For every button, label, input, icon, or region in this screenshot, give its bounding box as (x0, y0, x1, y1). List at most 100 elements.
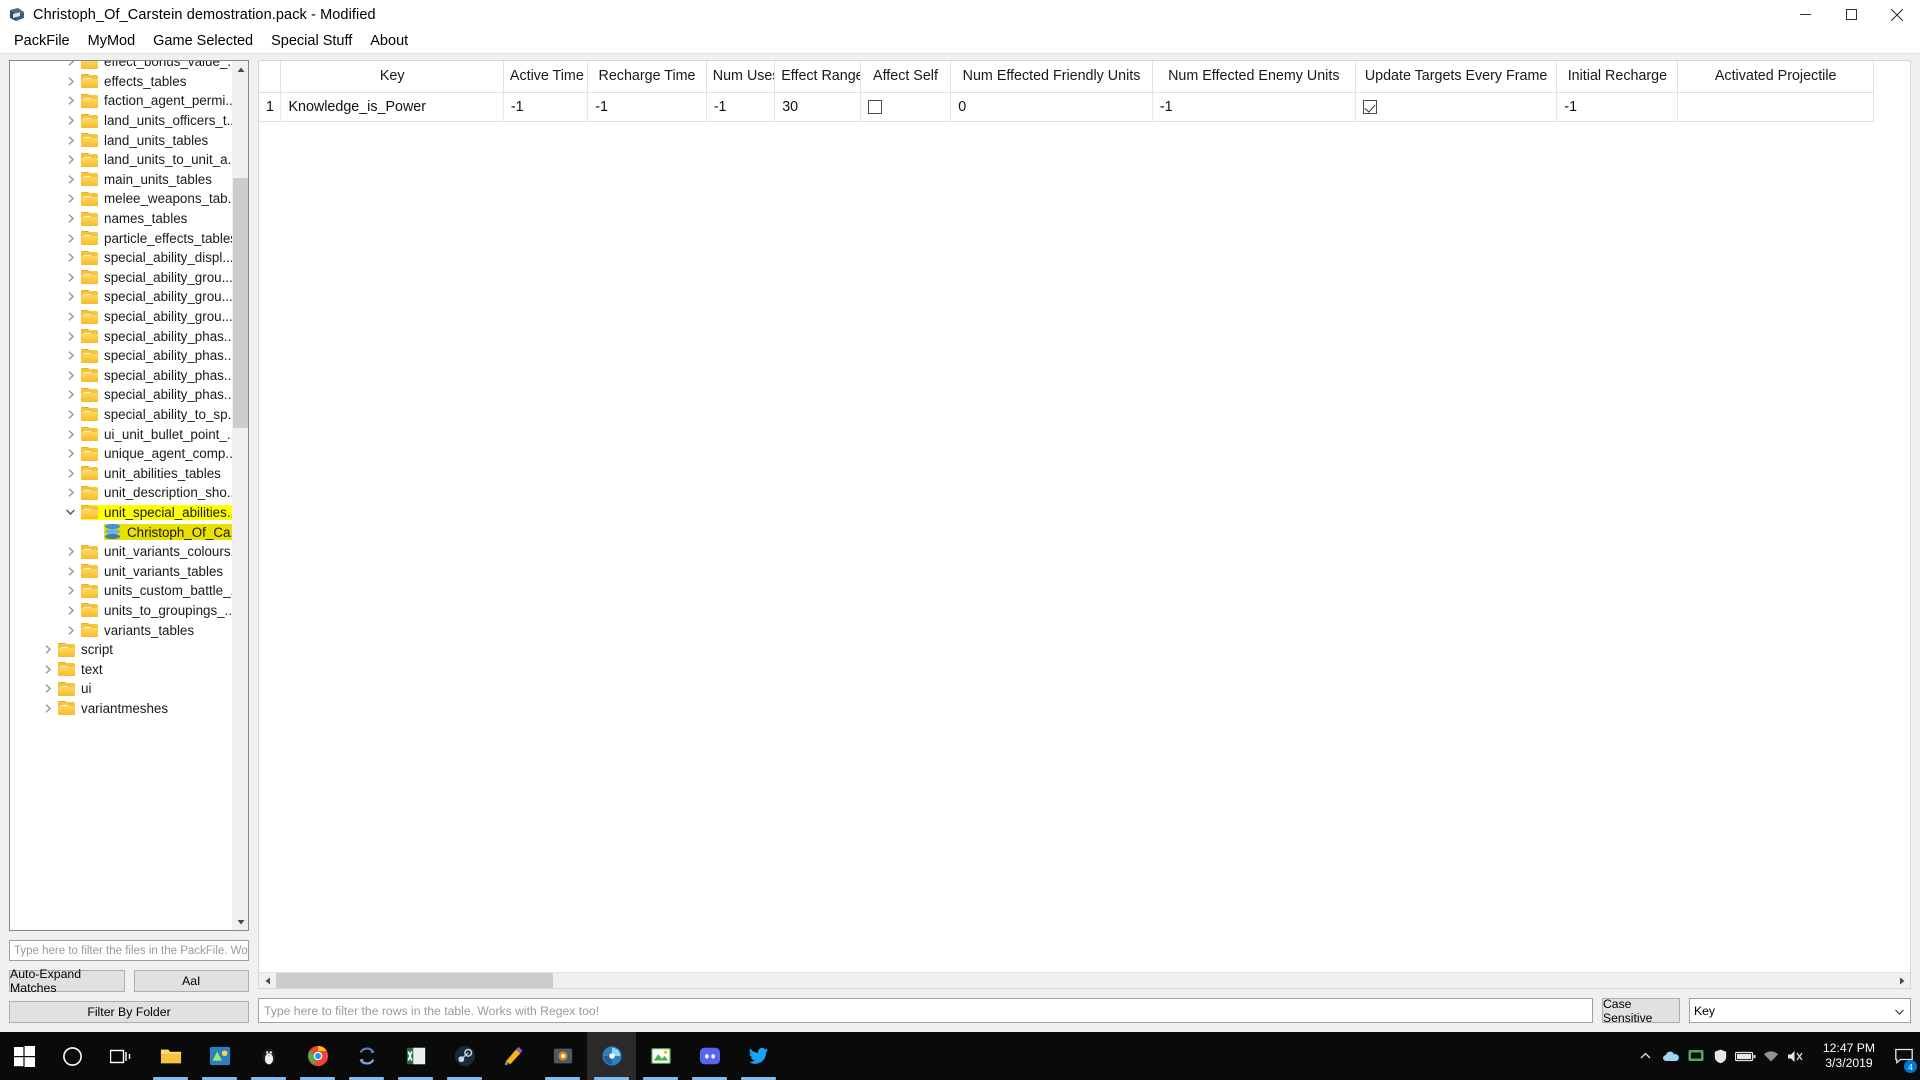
column-header-activated-projectile[interactable]: Activated Projectile (1677, 61, 1874, 93)
taskbar-rpfm-app-icon[interactable] (195, 1032, 244, 1080)
column-header-affect-self[interactable]: Affect Self (860, 61, 952, 93)
taskbar-rpfm-packfile-manager-icon[interactable] (587, 1032, 636, 1080)
taskbar-file-explorer-icon[interactable] (146, 1032, 195, 1080)
chevron-right-icon[interactable] (37, 684, 58, 694)
cell-recharge-time[interactable]: -1 (587, 92, 707, 122)
chevron-right-icon[interactable] (60, 468, 81, 478)
column-header-active-time[interactable]: Active Time (503, 61, 589, 93)
menu-packfile[interactable]: PackFile (5, 30, 79, 53)
chevron-right-icon[interactable] (60, 312, 81, 321)
case-sensitive-button[interactable]: Case Sensitive (1602, 997, 1680, 1025)
chevron-right-icon[interactable] (60, 194, 81, 204)
tree-item-special-ability-grou[interactable]: special_ability_grou... (10, 307, 232, 327)
chevron-right-icon[interactable] (60, 488, 81, 498)
column-header-key[interactable]: Key (280, 61, 504, 93)
hscroll-track[interactable] (276, 973, 1893, 988)
chevron-right-icon[interactable] (60, 449, 81, 459)
chevron-right-icon[interactable] (60, 214, 81, 223)
tree-item-unit-description-sho[interactable]: unit_description_sho... (10, 483, 232, 503)
tree-item-land-units-to-unit-a[interactable]: land_units_to_unit_a... (10, 150, 232, 170)
tree-item-special-ability-grou[interactable]: special_ability_grou... (10, 287, 232, 307)
cell-effect-range[interactable]: 30 (774, 92, 861, 122)
tree-item-script[interactable]: script (10, 640, 232, 660)
case-sensitive-toggle-button[interactable]: AaI (133, 970, 249, 992)
tree-item-special-ability-displ[interactable]: special_ability_displ... (10, 248, 232, 268)
scroll-down-arrow-icon[interactable] (233, 913, 248, 930)
battery-icon[interactable] (1733, 1032, 1758, 1080)
nvidia-icon[interactable] (1683, 1032, 1708, 1080)
taskbar-google-chrome-icon[interactable] (293, 1032, 342, 1080)
chevron-right-icon[interactable] (60, 586, 81, 596)
chevron-right-icon[interactable] (60, 272, 81, 282)
chevron-right-icon[interactable] (60, 370, 81, 380)
wifi-icon[interactable] (1758, 1032, 1783, 1080)
taskbar-paint-app-icon[interactable] (489, 1032, 538, 1080)
taskbar-excel-icon[interactable] (391, 1032, 440, 1080)
chevron-right-icon[interactable] (60, 174, 81, 184)
chevron-right-icon[interactable] (60, 390, 81, 400)
tree-item-special-ability-phas[interactable]: special_ability_phas... (10, 346, 232, 366)
tree-item-particle-effects-tables[interactable]: particle_effects_tables (10, 228, 232, 248)
tree-item-christoph-of-ca[interactable]: Christoph_Of_Ca... (10, 522, 232, 542)
taskbar-clock[interactable]: 12:47 PM 3/3/2019 (1810, 1032, 1888, 1080)
chevron-right-icon[interactable] (37, 664, 58, 674)
tree-item-unit-variants-colours[interactable]: unit_variants_colours... (10, 542, 232, 562)
chevron-right-icon[interactable] (37, 703, 58, 713)
column-header-initial-recharge[interactable]: Initial Recharge (1556, 61, 1679, 93)
cell-num-uses[interactable]: -1 (706, 92, 776, 122)
chevron-right-icon[interactable] (60, 429, 81, 439)
taskbar-discord-icon[interactable] (685, 1032, 734, 1080)
filter-by-folder-button[interactable]: Filter By Folder (9, 1001, 249, 1023)
cell-num-effected-enemy-units[interactable]: -1 (1152, 92, 1356, 122)
chevron-right-icon[interactable] (60, 253, 81, 263)
menu-about[interactable]: About (361, 30, 417, 53)
tree-item-effect-bonus-value[interactable]: effect_bonus_value_... (10, 61, 232, 72)
tree-item-main-units-tables[interactable]: main_units_tables (10, 170, 232, 190)
filter-column-select[interactable]: Key (1689, 998, 1911, 1023)
chevron-right-icon[interactable] (60, 116, 81, 126)
auto-expand-matches-button[interactable]: Auto-Expand Matches (9, 967, 125, 995)
column-header-effect-range[interactable]: Effect Range (774, 61, 861, 93)
minimize-button[interactable] (1782, 0, 1828, 29)
tree-item-special-ability-to-sp[interactable]: special_ability_to_sp... (10, 405, 232, 425)
chevron-right-icon[interactable] (60, 96, 81, 106)
cell-initial-recharge[interactable]: -1 (1556, 92, 1679, 122)
menu-special-stuff[interactable]: Special Stuff (262, 30, 361, 53)
chevron-right-icon[interactable] (60, 292, 81, 302)
tree-item-unit-variants-tables[interactable]: unit_variants_tables (10, 561, 232, 581)
onedrive-icon[interactable] (1658, 1032, 1683, 1080)
tree-vertical-scrollbar[interactable] (232, 61, 248, 930)
tree-item-land-units-tables[interactable]: land_units_tables (10, 130, 232, 150)
cell-checkbox-affect-self[interactable] (860, 92, 952, 122)
tree-item-units-custom-battle[interactable]: units_custom_battle_... (10, 581, 232, 601)
maximize-button[interactable] (1828, 0, 1874, 29)
tree-item-faction-agent-permi[interactable]: faction_agent_permi... (10, 91, 232, 111)
chevron-right-icon[interactable] (60, 76, 81, 86)
cell-checkbox-update-targets-every-frame[interactable] (1355, 92, 1558, 122)
taskbar-steam-icon[interactable] (440, 1032, 489, 1080)
tree-item-ui-unit-bullet-point[interactable]: ui_unit_bullet_point_... (10, 424, 232, 444)
menu-game-selected[interactable]: Game Selected (144, 30, 262, 53)
tree-item-variantmeshes[interactable]: variantmeshes (10, 699, 232, 719)
table-horizontal-scrollbar[interactable] (259, 972, 1910, 988)
scroll-left-arrow-icon[interactable] (259, 973, 276, 988)
tree-item-special-ability-phas[interactable]: special_ability_phas... (10, 366, 232, 386)
cell-activated-projectile[interactable] (1677, 92, 1874, 122)
tree-item-land-units-officers-t[interactable]: land_units_officers_t... (10, 111, 232, 131)
task-view-icon[interactable] (97, 1032, 146, 1080)
checkbox-unchecked-icon[interactable] (867, 99, 882, 114)
scroll-right-arrow-icon[interactable] (1893, 973, 1910, 988)
tree-item-names-tables[interactable]: names_tables (10, 209, 232, 229)
tree-item-units-to-groupings[interactable]: units_to_groupings_... (10, 601, 232, 621)
tree-item-unit-special-abilities[interactable]: unit_special_abilities... (10, 503, 232, 523)
checkbox-checked-icon[interactable] (1362, 99, 1377, 114)
volume-icon[interactable] (1783, 1032, 1808, 1080)
show-hidden-icons[interactable] (1633, 1032, 1658, 1080)
scroll-up-arrow-icon[interactable] (233, 61, 248, 78)
column-header-num-effected-friendly-units[interactable]: Num Effected Friendly Units (950, 61, 1153, 93)
column-header-recharge-time[interactable]: Recharge Time (587, 61, 707, 93)
taskbar-twitter-app-icon[interactable] (734, 1032, 783, 1080)
tree-item-variants-tables[interactable]: variants_tables (10, 620, 232, 640)
chevron-down-icon[interactable] (60, 509, 81, 516)
tree-item-melee-weapons-tab[interactable]: melee_weapons_tab... (10, 189, 232, 209)
